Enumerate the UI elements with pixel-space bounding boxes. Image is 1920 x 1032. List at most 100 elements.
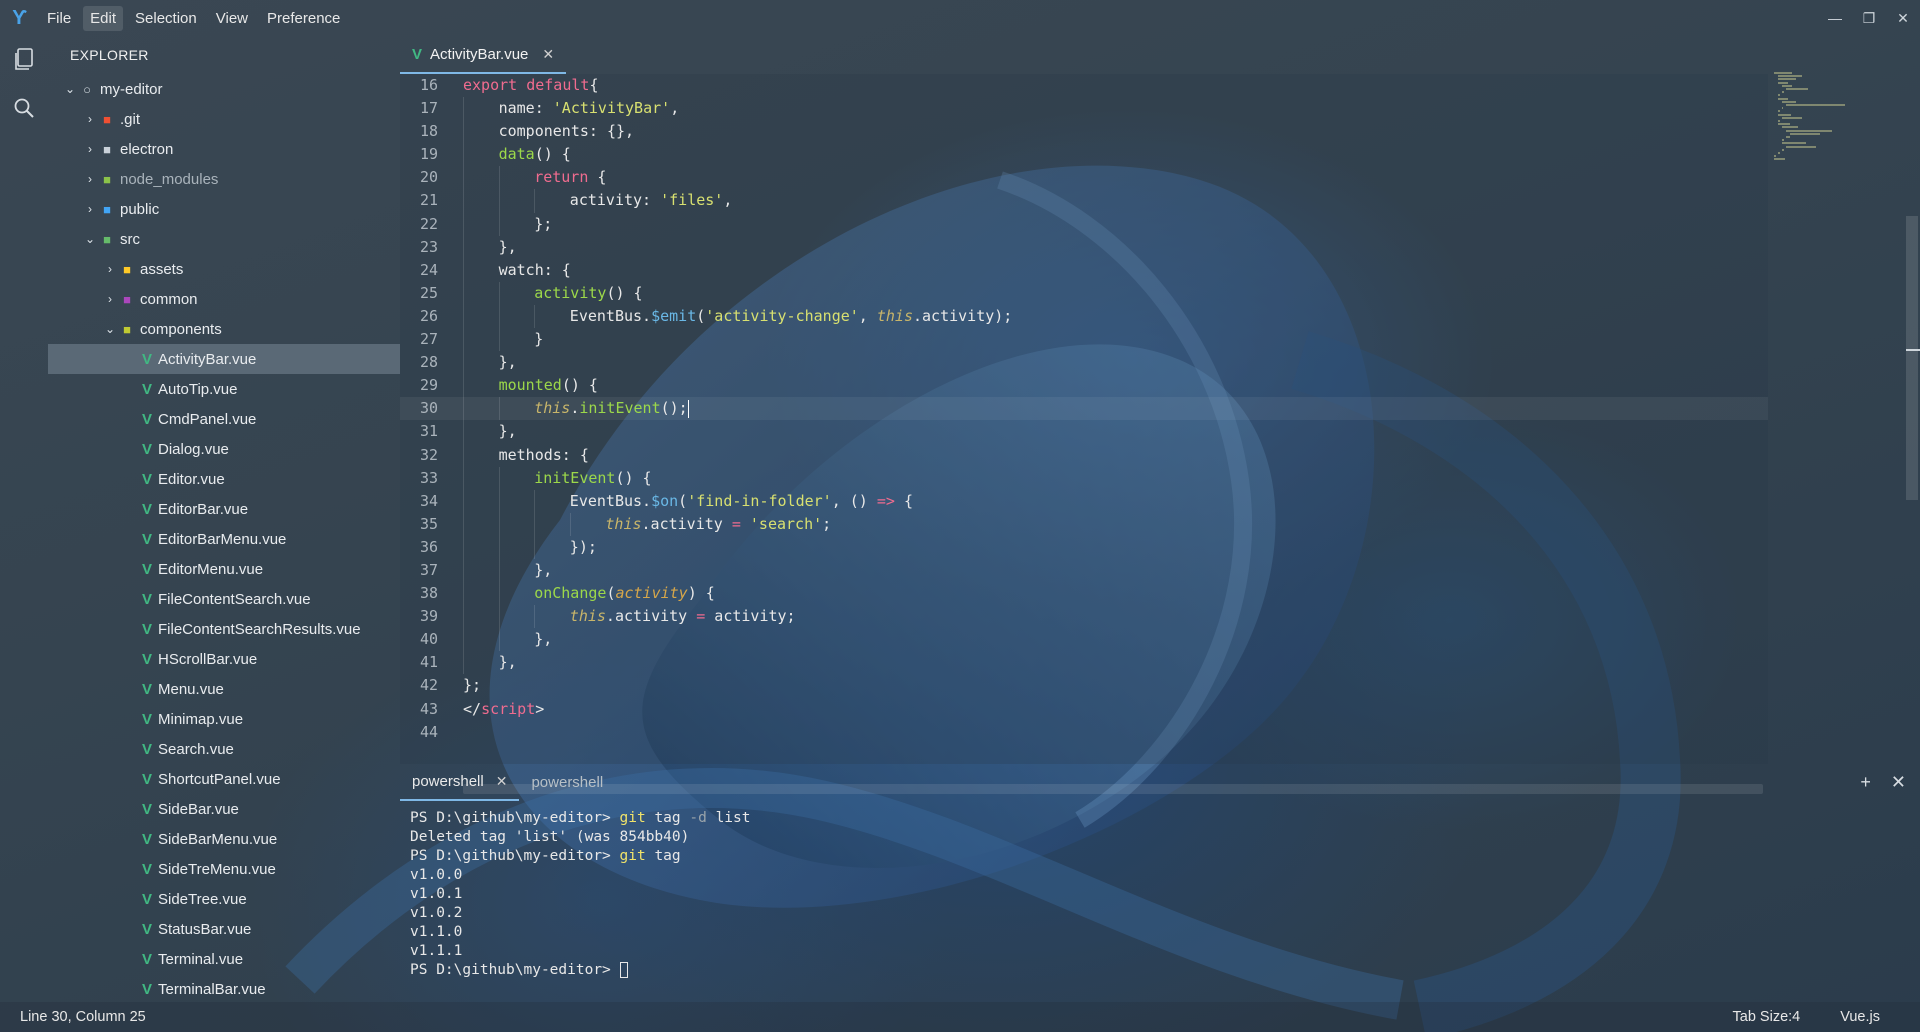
tree-item[interactable]: V AutoTip.vue [48, 374, 400, 404]
indent-guide [463, 558, 464, 583]
code-text: }, [499, 351, 517, 374]
close-tab-icon[interactable]: ✕ [542, 46, 554, 63]
minimap-line [1778, 97, 1788, 100]
tree-item[interactable]: V StatusBar.vue [48, 914, 400, 944]
tree-item[interactable]: › ■ electron [48, 134, 400, 164]
line-number: 35 [419, 514, 438, 533]
tree-item[interactable]: V EditorBarMenu.vue [48, 524, 400, 554]
tree-item[interactable]: V EditorMenu.vue [48, 554, 400, 584]
code-token: } [534, 330, 544, 349]
tree-item[interactable]: V FileContentSearchResults.vue [48, 614, 400, 644]
code-text: watch: { [499, 259, 571, 282]
minimize-icon[interactable]: — [1818, 0, 1852, 36]
tree-item[interactable]: V Dialog.vue [48, 434, 400, 464]
tree-item[interactable]: V EditorBar.vue [48, 494, 400, 524]
chevron-right-icon[interactable]: › [82, 202, 98, 216]
code-token: () { [606, 283, 643, 302]
tree-item[interactable]: › ■ .git [48, 104, 400, 134]
vue-icon: V [141, 710, 152, 728]
tree-item[interactable]: ⌄ ○ my-editor [48, 74, 400, 104]
minimap-line [1786, 136, 1790, 138]
vue-icon: V [141, 590, 152, 608]
code-token: }, [498, 422, 517, 441]
terminal-tab[interactable]: powershell ✕ [400, 763, 520, 801]
code-editor[interactable]: 16 export default{17 name: 'ActivityBar', 1… [400, 74, 1768, 794]
code-line: 29 mounted() { [400, 374, 1768, 398]
cursor-position[interactable]: Line 30, Column 25 [0, 1009, 146, 1025]
restore-icon[interactable]: ❐ [1852, 0, 1886, 36]
menu-selection[interactable]: Selection [128, 6, 204, 31]
indent-guide [463, 235, 464, 259]
indent-guide [498, 212, 500, 236]
tree-item[interactable]: V SideTreMenu.vue [48, 854, 400, 884]
chevron-right-icon[interactable]: › [82, 112, 98, 126]
chevron-right-icon[interactable]: › [82, 172, 98, 186]
indent-guide [534, 304, 536, 329]
add-terminal-icon[interactable]: + [1860, 772, 1871, 793]
tree-item[interactable]: V SideBarMenu.vue [48, 824, 400, 854]
terminal-tab[interactable]: powershell [519, 763, 615, 801]
minimap-line [1790, 132, 1820, 135]
tree-item[interactable]: V SideTree.vue [48, 884, 400, 914]
indent-guide [463, 651, 464, 675]
tree-item[interactable]: V SideBar.vue [48, 794, 400, 824]
chevron-right-icon[interactable]: › [102, 262, 118, 276]
chevron-down-icon[interactable]: ⌄ [82, 232, 98, 246]
minimap[interactable] [1768, 72, 1910, 762]
tree-item[interactable]: › ■ common [48, 284, 400, 314]
code-token: return [534, 168, 589, 187]
chevron-down-icon[interactable]: ⌄ [62, 82, 78, 96]
tree-item[interactable]: › ■ node_modules [48, 164, 400, 194]
app-logo-icon: Ƴ [12, 6, 28, 29]
code-line: 26 EventBus.$emit('activity-change', this… [400, 304, 1768, 329]
minimap-line [1786, 129, 1832, 132]
tab-size[interactable]: Tab Size:4 [1733, 1009, 1801, 1025]
code-token: activity [534, 283, 607, 302]
tree-item[interactable]: › ■ assets [48, 254, 400, 284]
terminal-token: v1.1.0 [410, 924, 463, 940]
line-number: 42 [419, 676, 438, 695]
tree-item[interactable]: › ■ public [48, 194, 400, 224]
tree-item[interactable]: V Menu.vue [48, 674, 400, 704]
chevron-down-icon[interactable]: ⌄ [102, 322, 118, 336]
minimap-line [1782, 116, 1803, 119]
tree-item[interactable]: V TerminalBar.vue [48, 974, 400, 1004]
files-icon[interactable] [0, 36, 48, 84]
menu-file[interactable]: File [40, 6, 78, 31]
indent-guide [534, 535, 536, 559]
tree-item[interactable]: ⌄ ■ components [48, 314, 400, 344]
tree-item[interactable]: ⌄ ■ src [48, 224, 400, 254]
tree-item-label: FileContentSearch.vue [158, 590, 311, 608]
close-terminal-icon[interactable]: ✕ [1891, 772, 1906, 793]
menu-edit[interactable]: Edit [83, 5, 124, 31]
code-text: this.initEvent(); [534, 397, 690, 420]
tree-item[interactable]: V HScrollBar.vue [48, 644, 400, 674]
menu-view[interactable]: View [209, 6, 255, 31]
tree-item[interactable]: V Terminal.vue [48, 944, 400, 974]
editor-tab[interactable]: V ActivityBar.vue ✕ [400, 36, 567, 74]
minimap-line [1774, 72, 1792, 74]
chevron-right-icon[interactable]: › [102, 292, 118, 306]
indent-guide [463, 489, 464, 513]
tree-item[interactable]: V Editor.vue [48, 464, 400, 494]
tree-item[interactable]: V Search.vue [48, 734, 400, 764]
tree-item[interactable]: V FileContentSearch.vue [48, 584, 400, 614]
search-icon[interactable] [0, 84, 48, 132]
code-line: 24 watch: { [400, 258, 1768, 282]
editor-tab-bar: V ActivityBar.vue ✕ [400, 36, 1768, 74]
close-terminal-tab-icon[interactable]: ✕ [496, 773, 508, 790]
tree-item[interactable]: V Minimap.vue [48, 704, 400, 734]
chevron-right-icon[interactable]: › [82, 142, 98, 156]
vue-icon: V [141, 740, 152, 758]
terminal-output[interactable]: PS D:\github\my-editor> git tag -d list D… [400, 801, 1920, 980]
tree-item[interactable]: V ShortcutPanel.vue [48, 764, 400, 794]
tree-item[interactable]: V ActivityBar.vue [48, 344, 400, 374]
indent-guide [463, 281, 464, 305]
menu-preference[interactable]: Preference [260, 6, 347, 31]
tree-item[interactable]: V CmdPanel.vue [48, 404, 400, 434]
line-number: 30 [419, 399, 438, 418]
close-icon[interactable]: ✕ [1886, 0, 1920, 36]
minimap-line [1782, 126, 1798, 129]
vertical-scrollbar[interactable] [1906, 216, 1918, 500]
language-mode[interactable]: Vue.js [1840, 1009, 1880, 1025]
